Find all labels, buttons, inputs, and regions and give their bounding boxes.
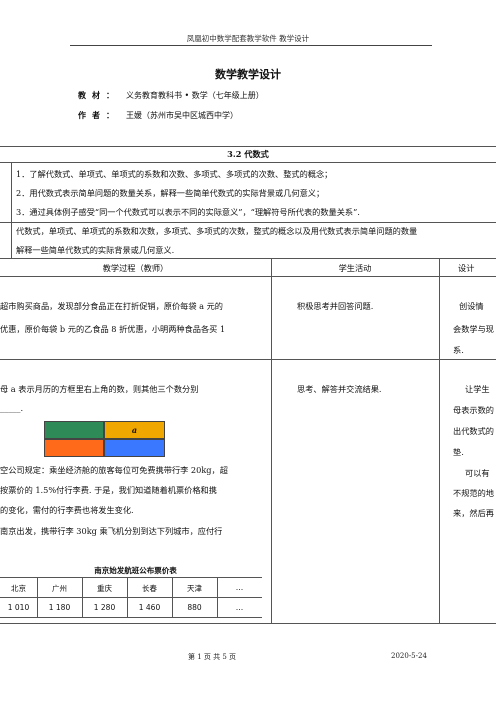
calendar-cell-bottom-right bbox=[104, 439, 165, 457]
fare-city: 广州 bbox=[52, 584, 67, 593]
fare-price: 1 180 bbox=[48, 603, 71, 612]
row1-teacher-line-1: 超市购买商品，发现部分食品正在打折促销，原价每袋 a 元的 bbox=[0, 301, 223, 311]
fare-city: 北京 bbox=[11, 584, 26, 593]
fare-price: 1 460 bbox=[138, 603, 161, 612]
calendar-cell-a: a bbox=[104, 421, 165, 439]
row2-design-line-5: 可以有 bbox=[465, 468, 490, 478]
row2-design-line-6: 不规范的地 bbox=[453, 488, 494, 498]
rule-row1 bbox=[0, 359, 496, 360]
row2-design-line-4: 垫. bbox=[453, 447, 464, 457]
row2-design-line-2: 母表示数的 bbox=[453, 405, 494, 415]
row2-teacher-line-3: 空公司规定：乘坐经济舱的旅客每位可免费携带行李 20kg，超 bbox=[0, 465, 228, 475]
rule-tablehead bbox=[0, 276, 496, 277]
footer-date: 2020-5-24 bbox=[391, 652, 427, 660]
row2-teacher-line-2: _____. bbox=[0, 403, 24, 413]
row2-teacher-line-4: 按票价的 1.5%付行李费. 于是，我们知道随着机票价格和携 bbox=[0, 485, 217, 495]
author-line: 作者： 王媛（苏州市吴中区城西中学） bbox=[78, 110, 238, 121]
col-rule-student bbox=[271, 258, 272, 623]
rule-top bbox=[0, 146, 496, 147]
textbook-line: 教材： 义务教育教科书 • 数学（七年级上册） bbox=[78, 90, 264, 101]
textbook-label: 教材： bbox=[78, 90, 120, 100]
textbook-value: 义务教育教科书 • 数学（七年级上册） bbox=[126, 91, 264, 100]
row2-design-line-7: 来，然后再 bbox=[453, 508, 494, 518]
fare-city: … bbox=[235, 583, 244, 592]
fare-price: … bbox=[235, 603, 244, 612]
running-header: 凤凰初中数学配套教学软件 教学设计 bbox=[186, 34, 310, 43]
doc-title: 数学教学设计 bbox=[215, 68, 281, 81]
fare-city: 重庆 bbox=[97, 584, 112, 593]
fare-rule-bottom bbox=[0, 617, 262, 618]
col-rule-left bbox=[11, 162, 12, 258]
row2-design-line-3: 出代数式的 bbox=[453, 426, 494, 436]
rule-bottom bbox=[0, 623, 496, 624]
section-title: 3.2 代数式 bbox=[227, 149, 269, 159]
rule-section bbox=[0, 162, 496, 163]
calendar-cell-top-left bbox=[44, 421, 104, 439]
head-design: 设计 bbox=[458, 263, 475, 273]
calendar-cell-bottom-left bbox=[44, 439, 104, 457]
row1-design-line-3: 系. bbox=[453, 345, 464, 355]
head-student: 学生活动 bbox=[338, 263, 372, 273]
fare-city: 长春 bbox=[142, 584, 157, 593]
head-process: 教学过程（教师） bbox=[102, 263, 169, 273]
rule-keypoints bbox=[0, 258, 496, 259]
row1-teacher-line-2: 优惠，原价每袋 b 元的乙食品 8 折优惠，小明两种食品各买 1 bbox=[0, 324, 226, 334]
fare-price: 880 bbox=[187, 603, 202, 612]
objective-1: 1．了解代数式、单项式、单项式的系数和次数、多项式、多项式的次数、整式的概念； bbox=[16, 169, 333, 179]
fare-price: 1 280 bbox=[93, 603, 116, 612]
row1-design-line-1: 创设情 bbox=[459, 301, 484, 311]
page-number: 第 1 页 共 5 页 bbox=[188, 653, 237, 661]
header-rule bbox=[70, 45, 432, 46]
fare-price: 1 010 bbox=[7, 603, 30, 612]
row2-teacher-line-5: 的变化，需付的行李费也将发生变化. bbox=[0, 505, 134, 515]
fare-rule-top bbox=[0, 577, 262, 578]
fare-city: 天津 bbox=[187, 584, 202, 593]
keypoints-line-2: 解释一些简单代数式的实际背景或几何意义. bbox=[16, 245, 175, 255]
row1-student: 积极思考并回答问题. bbox=[297, 301, 374, 311]
keypoints-line-1: 代数式，单项式、单项式的系数和次数，多项式、多项式的次数，整式的概念以及用代数式… bbox=[16, 226, 418, 236]
fare-rule-mid bbox=[0, 597, 262, 598]
fare-table-title: 南京始发航班公布票价表 bbox=[94, 566, 177, 575]
row2-design-line-1: 让学生 bbox=[465, 384, 490, 394]
objective-3: 3．通过具体例子感受“同一个代数式可以表示不同的实际意义”，“理解符号所代表的数… bbox=[16, 207, 360, 217]
author-label: 作者： bbox=[78, 110, 120, 120]
objective-2: 2．用代数式表示简单问题的数量关系，解释一些简单代数式的实际背景或几何意义； bbox=[16, 188, 325, 198]
rule-objectives bbox=[0, 222, 496, 223]
author-value: 王媛（苏州市吴中区城西中学） bbox=[126, 111, 238, 120]
row2-teacher-line-6: 南京出发，携带行李 30kg 乘飞机分别到达下列城市，应付行 bbox=[0, 526, 223, 536]
row2-student: 思考、解答并交流结果. bbox=[297, 384, 382, 394]
col-rule-design bbox=[439, 258, 440, 623]
row2-teacher-line-1: 母 a 表示月历的方框里右上角的数，则其他三个数分别 bbox=[0, 384, 199, 394]
row1-design-line-2: 会数学与现 bbox=[453, 324, 494, 334]
